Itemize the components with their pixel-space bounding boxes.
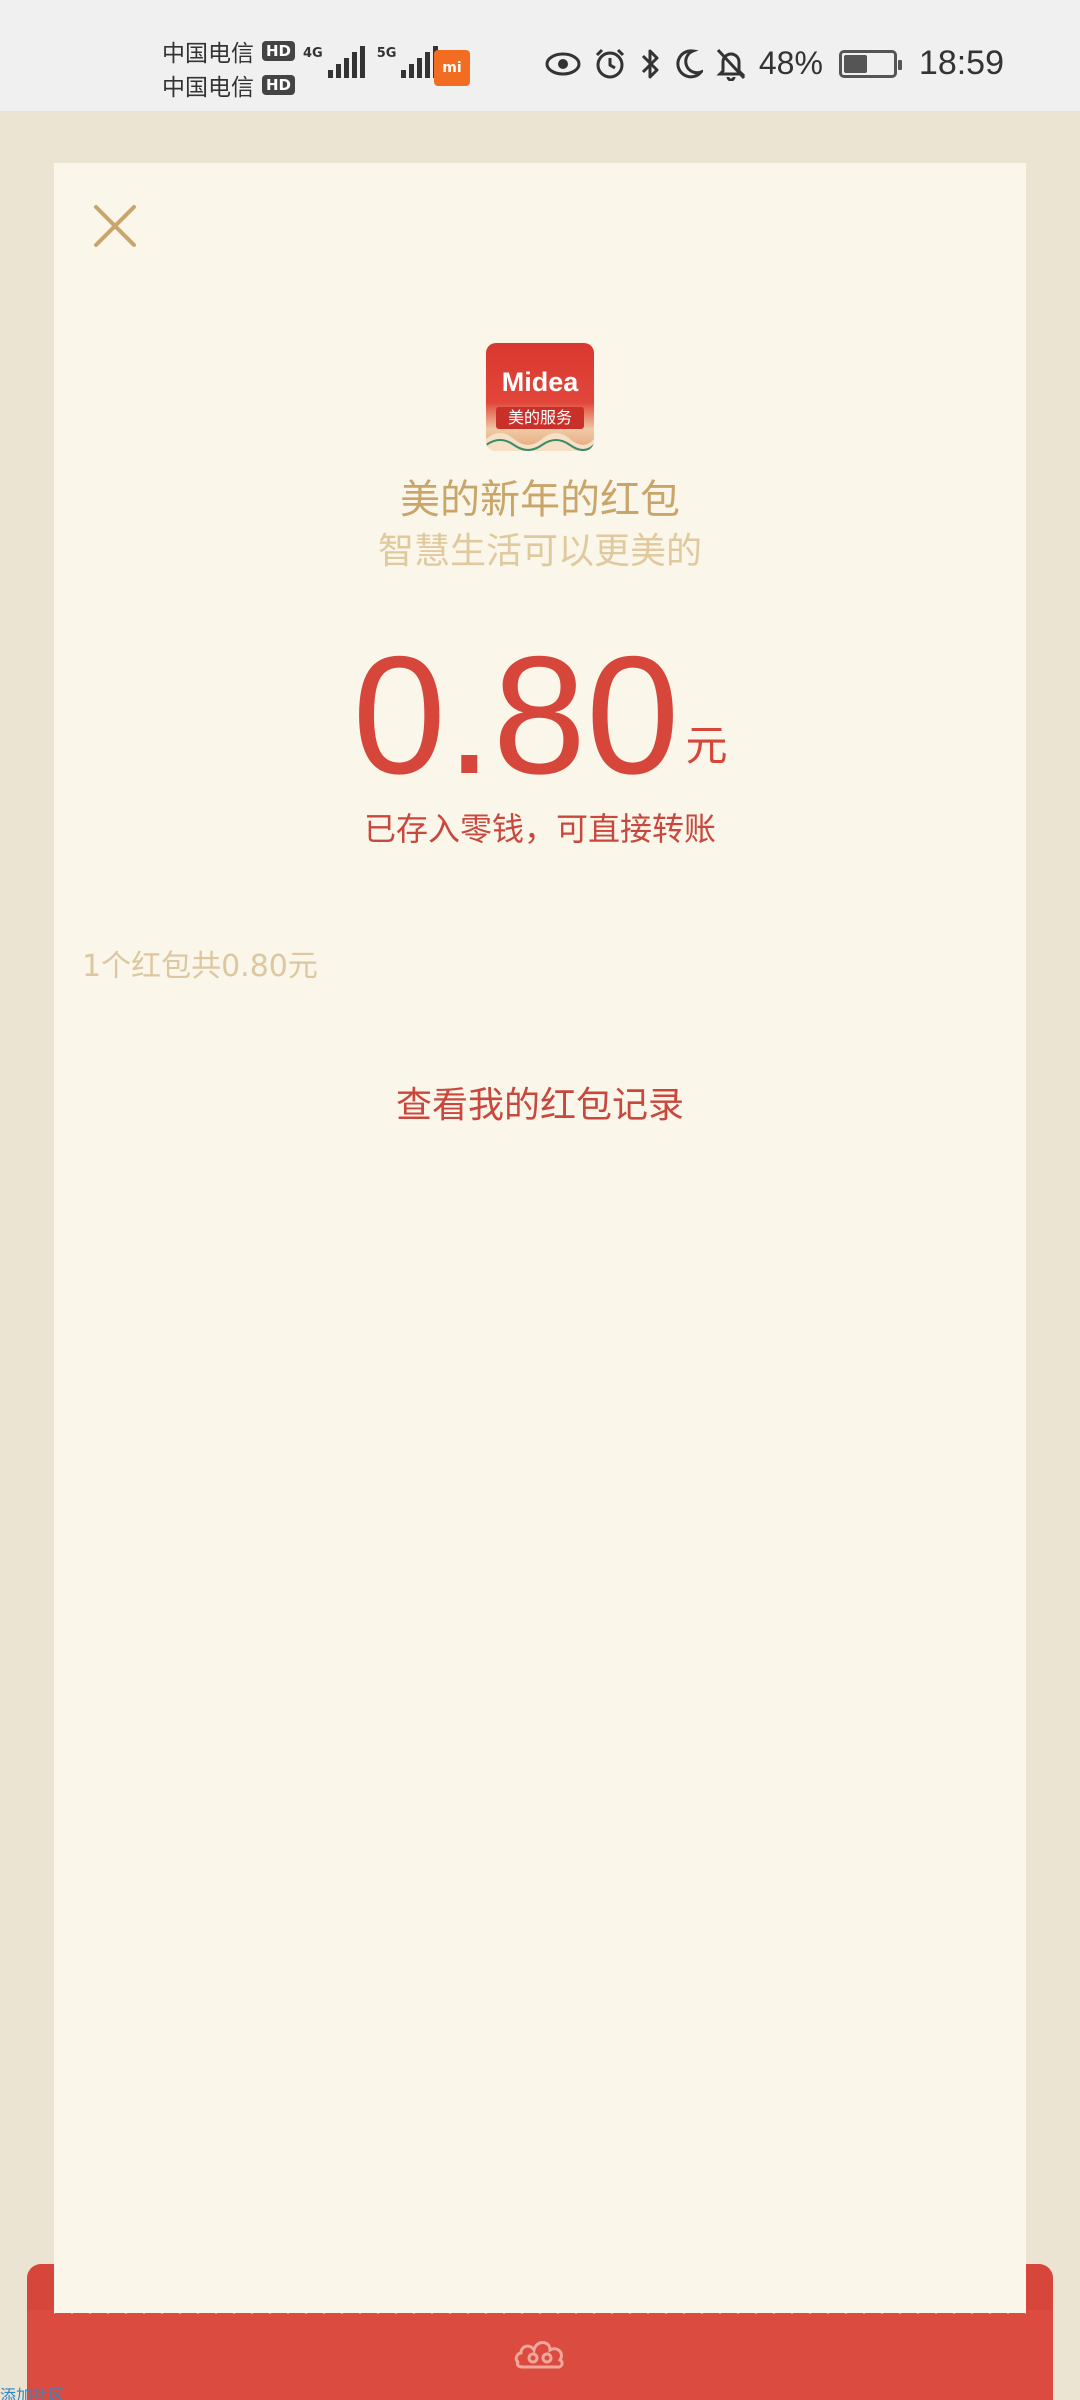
midea-logo: Midea 美的服务 — [486, 343, 594, 451]
alarm-icon — [595, 48, 624, 78]
currency-unit: 元 — [685, 721, 728, 770]
packet-title: 美的新年的红包 — [400, 477, 680, 523]
amount-value: 0.80 — [352, 621, 680, 809]
eye-icon — [545, 52, 581, 75]
signal-indicators: 4G 5G — [303, 46, 439, 78]
view-records-link[interactable]: 查看我的红包记录 — [0, 1076, 1080, 1128]
deposit-notice: 已存入零钱，可直接转账 — [363, 810, 716, 848]
battery-percent: 48% — [758, 45, 823, 81]
signal-4g-icon: 4G — [303, 46, 365, 78]
carrier-info: 中国电信 HD 中国电信 HD — [162, 34, 296, 102]
bluetooth-icon — [641, 49, 659, 78]
card-zigzag-edge — [54, 2300, 1026, 2314]
amount-display: 0.80 元 — [0, 625, 1080, 805]
battery-level — [843, 54, 867, 73]
logo-caption: 美的服务 — [496, 407, 584, 429]
mi-app-icon: mi — [434, 50, 470, 86]
battery-icon — [838, 49, 902, 78]
bell-off-icon — [716, 48, 746, 81]
status-bar: 中国电信 HD 中国电信 HD 4G 5G mi 48% 18:59 — [0, 0, 1080, 111]
clock: 18:59 — [918, 44, 1004, 82]
hd-badge: HD — [262, 75, 296, 95]
signal-5g-icon: 5G — [377, 46, 439, 78]
packet-summary: 1个红包共0.80元 — [82, 949, 318, 984]
auspicious-cloud-icon — [514, 2341, 564, 2369]
logo-wave-decoration — [486, 433, 594, 451]
moon-icon — [676, 48, 703, 78]
hd-badge: HD — [262, 41, 296, 61]
logo-wordmark: Midea — [501, 367, 579, 397]
close-icon[interactable] — [88, 199, 142, 253]
packet-subtitle: 智慧生活可以更美的 — [377, 531, 702, 572]
status-icons: 48% 18:59 — [545, 44, 1004, 83]
carrier-name-1: 中国电信 — [162, 41, 254, 67]
watermark-text: 添加社区 — [0, 2386, 65, 2400]
carrier-name-2: 中国电信 — [162, 75, 254, 101]
